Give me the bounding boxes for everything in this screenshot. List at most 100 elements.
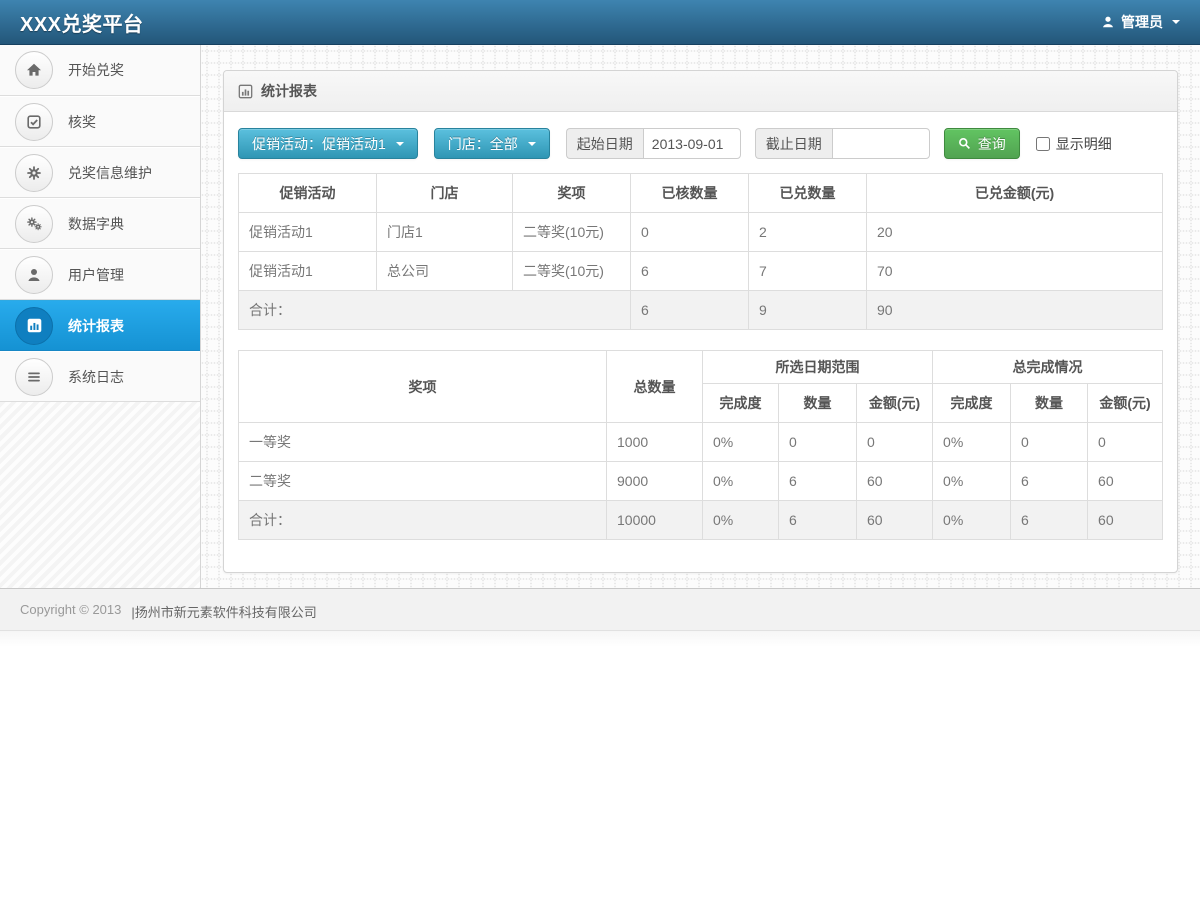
- panel-header: 统计报表: [224, 71, 1177, 112]
- user-menu[interactable]: 管理员: [1101, 12, 1180, 32]
- sidebar-item-statistics-report[interactable]: 统计报表: [0, 300, 200, 351]
- column-header: 奖项: [513, 174, 631, 213]
- start-date-group: 起始日期: [566, 128, 741, 159]
- table-cell: 0%: [933, 462, 1011, 501]
- column-header: 数量: [1011, 384, 1088, 423]
- total-row: 合计： 10000 0% 6 60 0% 6 60: [239, 501, 1163, 540]
- show-detail-checkbox[interactable]: [1036, 137, 1050, 151]
- table-cell: 总公司: [377, 252, 513, 291]
- table-cell: 0%: [703, 423, 779, 462]
- table-cell: 门店1: [377, 213, 513, 252]
- table-cell: 10000: [607, 501, 703, 540]
- table-cell: 二等奖(10元): [513, 252, 631, 291]
- panel-title: 统计报表: [261, 81, 317, 101]
- report-panel: 统计报表 促销活动：促销活动1 门店：全部 起始日期: [223, 70, 1178, 573]
- table-cell: 促销活动1: [239, 213, 377, 252]
- start-date-label: 起始日期: [566, 128, 643, 159]
- table-cell: 7: [749, 252, 867, 291]
- table-cell: 60: [1088, 462, 1163, 501]
- chevron-down-icon: [1172, 20, 1180, 24]
- sidebar-item-verify-prize[interactable]: 核奖: [0, 96, 200, 147]
- sidebar-item-start-redeem[interactable]: 开始兑奖: [0, 45, 200, 96]
- chevron-down-icon: [528, 142, 536, 146]
- store-dropdown[interactable]: 门店：全部: [434, 128, 550, 159]
- company-name: |扬州市新元素软件科技有限公司: [131, 602, 316, 621]
- total-label-cell: 合计：: [239, 501, 607, 540]
- sidebar-item-redeem-info[interactable]: 兑奖信息维护: [0, 147, 200, 198]
- table-cell: 6: [1011, 501, 1088, 540]
- table-cell: 70: [867, 252, 1163, 291]
- search-icon: [958, 137, 971, 150]
- sidebar-item-label: 系统日志: [68, 367, 124, 387]
- sidebar-item-user-management[interactable]: 用户管理: [0, 249, 200, 300]
- table-cell: 二等奖(10元): [513, 213, 631, 252]
- table-cell: 20: [867, 213, 1163, 252]
- check-square-icon: [15, 103, 53, 141]
- main-content: 统计报表 促销活动：促销活动1 门店：全部 起始日期: [201, 45, 1200, 588]
- sidebar-filler: [0, 402, 200, 588]
- end-date-label: 截止日期: [755, 128, 832, 159]
- list-icon: [15, 358, 53, 396]
- column-header: 已核数量: [631, 174, 749, 213]
- sidebar-item-system-log[interactable]: 系统日志: [0, 351, 200, 402]
- show-detail-option[interactable]: 显示明细: [1036, 134, 1112, 154]
- table-cell: 9000: [607, 462, 703, 501]
- column-header: 已兑金额(元): [867, 174, 1163, 213]
- table-row: 一等奖 1000 0% 0 0 0% 0 0: [239, 423, 1163, 462]
- sidebar-item-label: 统计报表: [68, 316, 124, 336]
- search-button[interactable]: 查询: [944, 128, 1020, 159]
- table-cell: 二等奖: [239, 462, 607, 501]
- end-date-input[interactable]: [832, 128, 930, 159]
- column-header: 促销活动: [239, 174, 377, 213]
- column-header: 金额(元): [1088, 384, 1163, 423]
- main-layout: 开始兑奖 核奖 兑奖信息维护 数据字典 用户管理: [0, 45, 1200, 588]
- table-cell: 0: [1088, 423, 1163, 462]
- promo-activity-dropdown[interactable]: 促销活动：促销活动1: [238, 128, 418, 159]
- sidebar-item-data-dictionary[interactable]: 数据字典: [0, 198, 200, 249]
- table-cell: 0%: [933, 501, 1011, 540]
- table-cell: 0: [631, 213, 749, 252]
- top-navbar: XXX兑奖平台 管理员: [0, 0, 1200, 45]
- sidebar-item-label: 用户管理: [68, 265, 124, 285]
- column-header: 金额(元): [857, 384, 933, 423]
- table-header-row: 奖项 总数量 所选日期范围 总完成情况: [239, 351, 1163, 384]
- total-label-cell: 合计：: [239, 291, 631, 330]
- table-row: 促销活动1 总公司 二等奖(10元) 6 7 70: [239, 252, 1163, 291]
- table-cell: 6: [631, 291, 749, 330]
- cogs-icon: [15, 205, 53, 243]
- sidebar: 开始兑奖 核奖 兑奖信息维护 数据字典 用户管理: [0, 45, 201, 588]
- chevron-down-icon: [396, 142, 404, 146]
- table-cell: 60: [1088, 501, 1163, 540]
- table-header-row: 促销活动 门店 奖项 已核数量 已兑数量 已兑金额(元): [239, 174, 1163, 213]
- column-group-header: 所选日期范围: [703, 351, 933, 384]
- table-cell: 促销活动1: [239, 252, 377, 291]
- search-button-label: 查询: [978, 134, 1006, 154]
- copyright-text: Copyright © 2013: [20, 602, 121, 621]
- column-header: 总数量: [607, 351, 703, 423]
- bar-chart-icon: [238, 84, 253, 99]
- column-group-header: 总完成情况: [933, 351, 1163, 384]
- footer-fade: [0, 631, 1200, 647]
- start-date-input[interactable]: [643, 128, 741, 159]
- prize-progress-table: 奖项 总数量 所选日期范围 总完成情况 完成度 数量 金额(元) 完成度 数量 …: [238, 350, 1163, 540]
- column-header: 门店: [377, 174, 513, 213]
- show-detail-label: 显示明细: [1056, 134, 1112, 154]
- redeem-summary-table: 促销活动 门店 奖项 已核数量 已兑数量 已兑金额(元) 促销活动1 门店1 二: [238, 173, 1163, 330]
- table-cell: 6: [779, 462, 857, 501]
- store-dropdown-label: 门店：全部: [448, 134, 518, 154]
- table-cell: 0: [1011, 423, 1088, 462]
- panel-body: 促销活动：促销活动1 门店：全部 起始日期 截止日期: [224, 112, 1177, 572]
- column-header: 完成度: [703, 384, 779, 423]
- home-icon: [15, 51, 53, 89]
- sidebar-item-label: 兑奖信息维护: [68, 163, 152, 183]
- table-cell: 90: [867, 291, 1163, 330]
- footer-text-row: Copyright © 2013 |扬州市新元素软件科技有限公司: [0, 589, 1200, 631]
- sidebar-item-label: 开始兑奖: [68, 60, 124, 80]
- column-header: 完成度: [933, 384, 1011, 423]
- table-row: 促销活动1 门店1 二等奖(10元) 0 2 20: [239, 213, 1163, 252]
- table-cell: 0%: [703, 501, 779, 540]
- total-row: 合计： 6 9 90: [239, 291, 1163, 330]
- gear-icon: [15, 154, 53, 192]
- user-icon: [1101, 15, 1115, 29]
- table-cell: 0%: [933, 423, 1011, 462]
